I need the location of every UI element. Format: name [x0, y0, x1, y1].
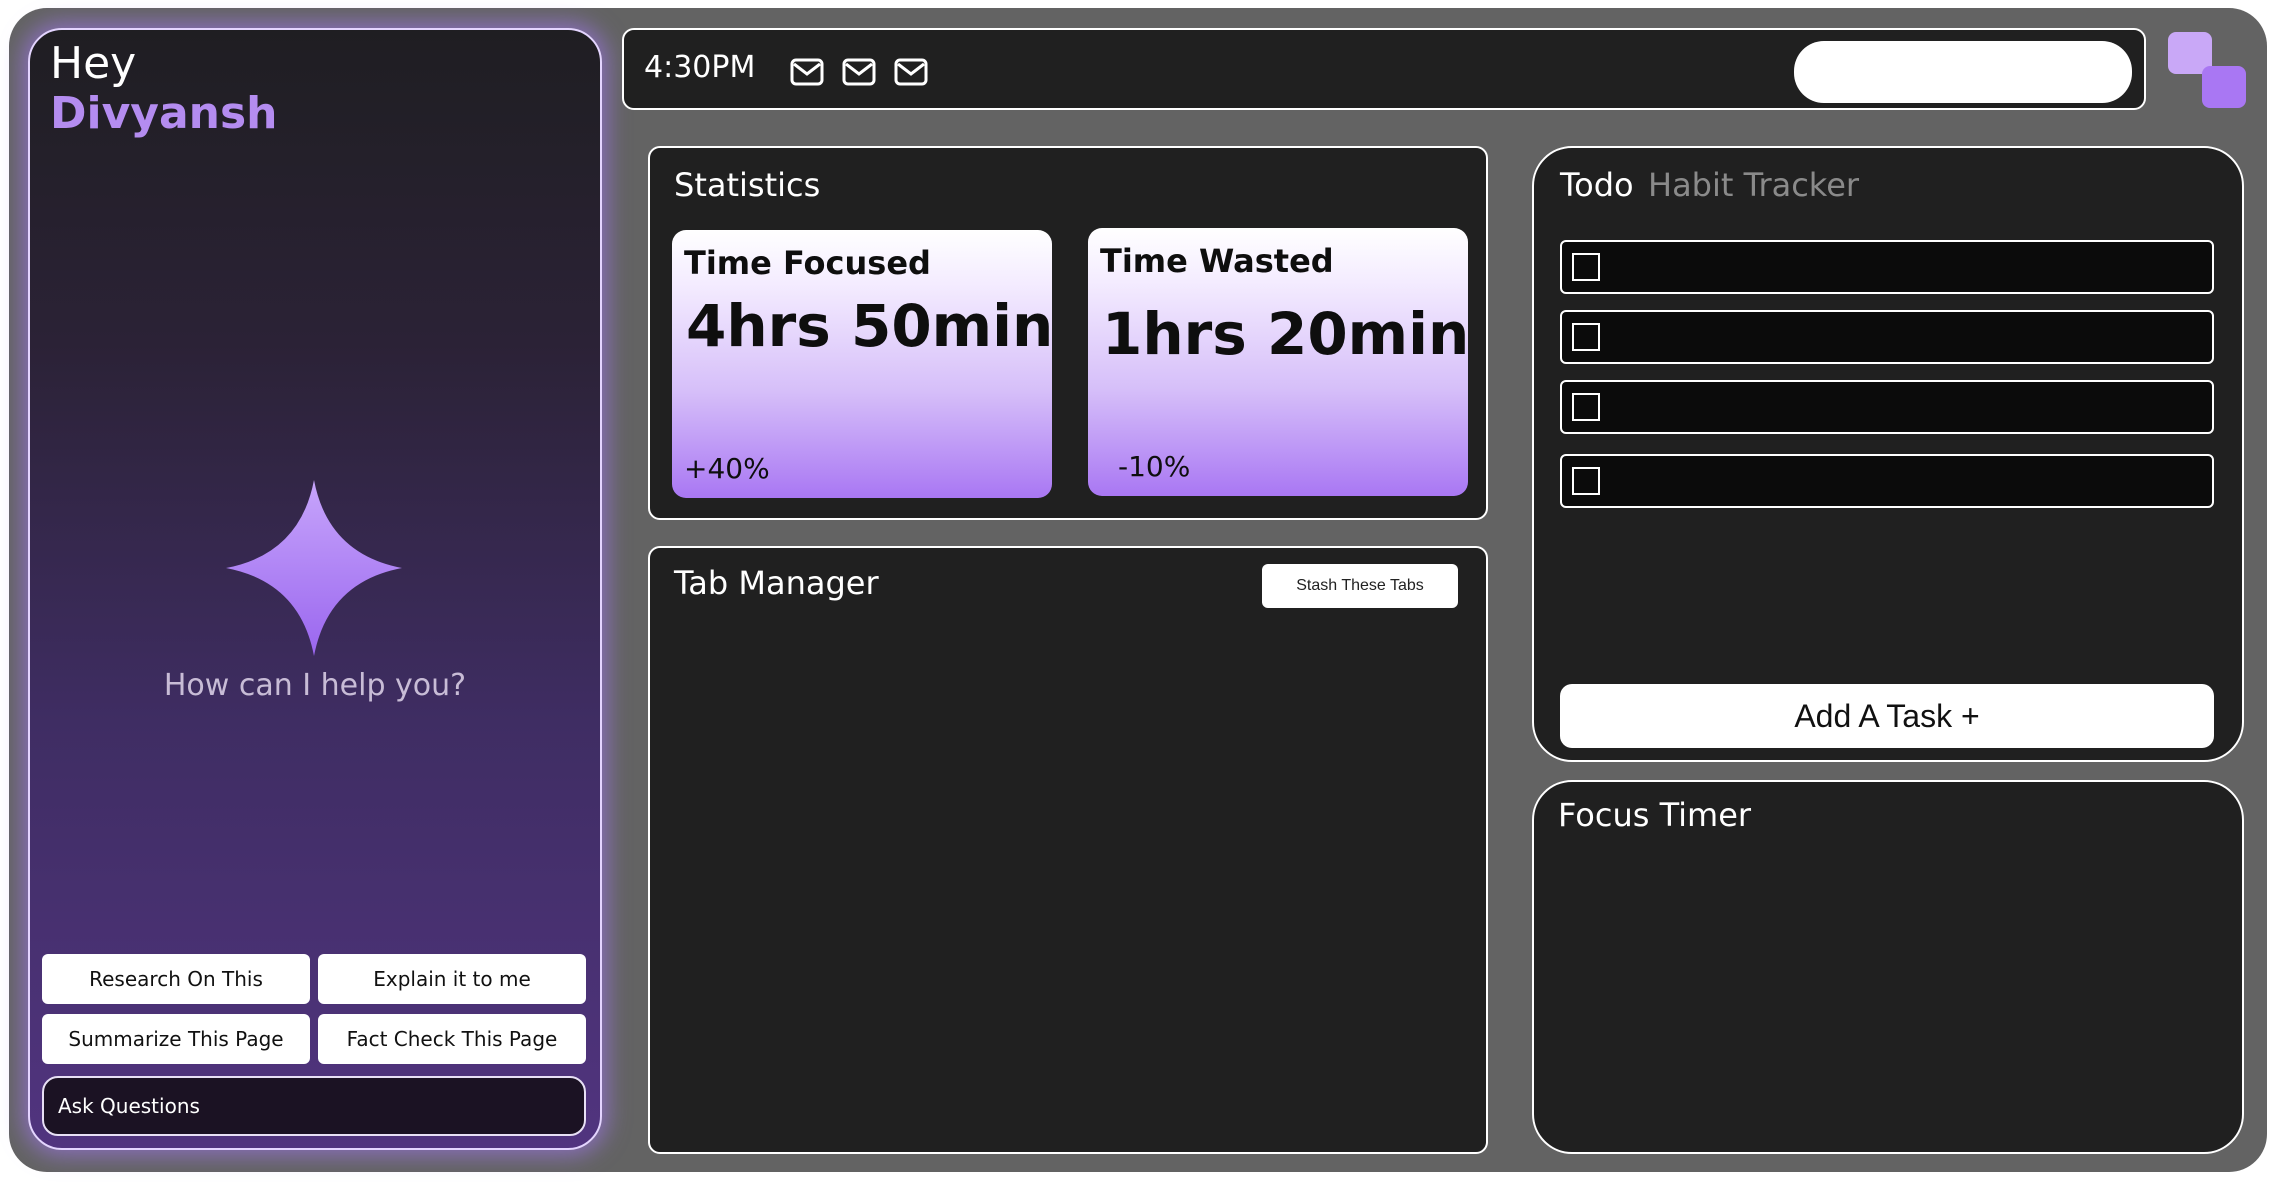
stat-value: 1hrs 20min — [1102, 300, 1470, 368]
tab-manager-panel: Tab Manager Stash These Tabs — [648, 546, 1488, 1154]
time-focused-card: Time Focused 4hrs 50min +40% — [672, 230, 1054, 498]
focus-timer-title: Focus Timer — [1558, 796, 1752, 834]
summarize-button[interactable]: Summarize This Page — [42, 1014, 310, 1064]
user-name: Divyansh — [50, 88, 278, 139]
task-checkbox[interactable] — [1572, 253, 1600, 281]
clock: 4:30PM — [644, 50, 756, 85]
mail-icon[interactable] — [790, 58, 824, 86]
sparkle-icon — [226, 480, 402, 656]
task-checkbox[interactable] — [1572, 393, 1600, 421]
tab-manager-title: Tab Manager — [674, 564, 879, 602]
focus-timer-panel: Focus Timer — [1532, 780, 2244, 1154]
task-row[interactable] — [1560, 310, 2214, 364]
top-bar: 4:30PM — [622, 28, 2146, 110]
research-button[interactable]: Research On This — [42, 954, 310, 1004]
stat-label: Time Wasted — [1100, 242, 1334, 280]
task-row[interactable] — [1560, 240, 2214, 294]
stat-delta: +40% — [684, 452, 770, 485]
time-wasted-card: Time Wasted 1hrs 20min -10% — [1088, 228, 1470, 496]
stat-label: Time Focused — [684, 244, 931, 282]
greeting: Hey — [50, 38, 137, 89]
add-task-button[interactable]: Add A Task + — [1560, 684, 2214, 748]
stat-delta: -10% — [1118, 450, 1191, 483]
help-prompt: How can I help you? — [163, 668, 467, 703]
mail-icon[interactable] — [842, 58, 876, 86]
mail-icon[interactable] — [894, 58, 928, 86]
search-input[interactable] — [1794, 41, 2132, 103]
task-row[interactable] — [1560, 454, 2214, 508]
tab-todo[interactable]: Todo — [1560, 166, 1634, 204]
stat-value: 4hrs 50min — [686, 292, 1054, 360]
assistant-panel: Hey Divyansh How can I help you? Researc… — [28, 28, 602, 1150]
fact-check-button[interactable]: Fact Check This Page — [318, 1014, 586, 1064]
task-checkbox[interactable] — [1572, 323, 1600, 351]
task-row[interactable] — [1560, 380, 2214, 434]
statistics-title: Statistics — [674, 166, 821, 204]
ask-questions-input[interactable]: Ask Questions — [42, 1076, 586, 1136]
explain-button[interactable]: Explain it to me — [318, 954, 586, 1004]
statistics-panel: Statistics Time Focused 4hrs 50min +40% … — [648, 146, 1488, 520]
app-logo-icon[interactable] — [2168, 32, 2246, 108]
task-checkbox[interactable] — [1572, 467, 1600, 495]
todo-panel: Todo Habit Tracker Add A Task + — [1532, 146, 2244, 762]
tab-habit-tracker[interactable]: Habit Tracker — [1648, 166, 1859, 204]
stash-tabs-button[interactable]: Stash These Tabs — [1262, 564, 1458, 608]
